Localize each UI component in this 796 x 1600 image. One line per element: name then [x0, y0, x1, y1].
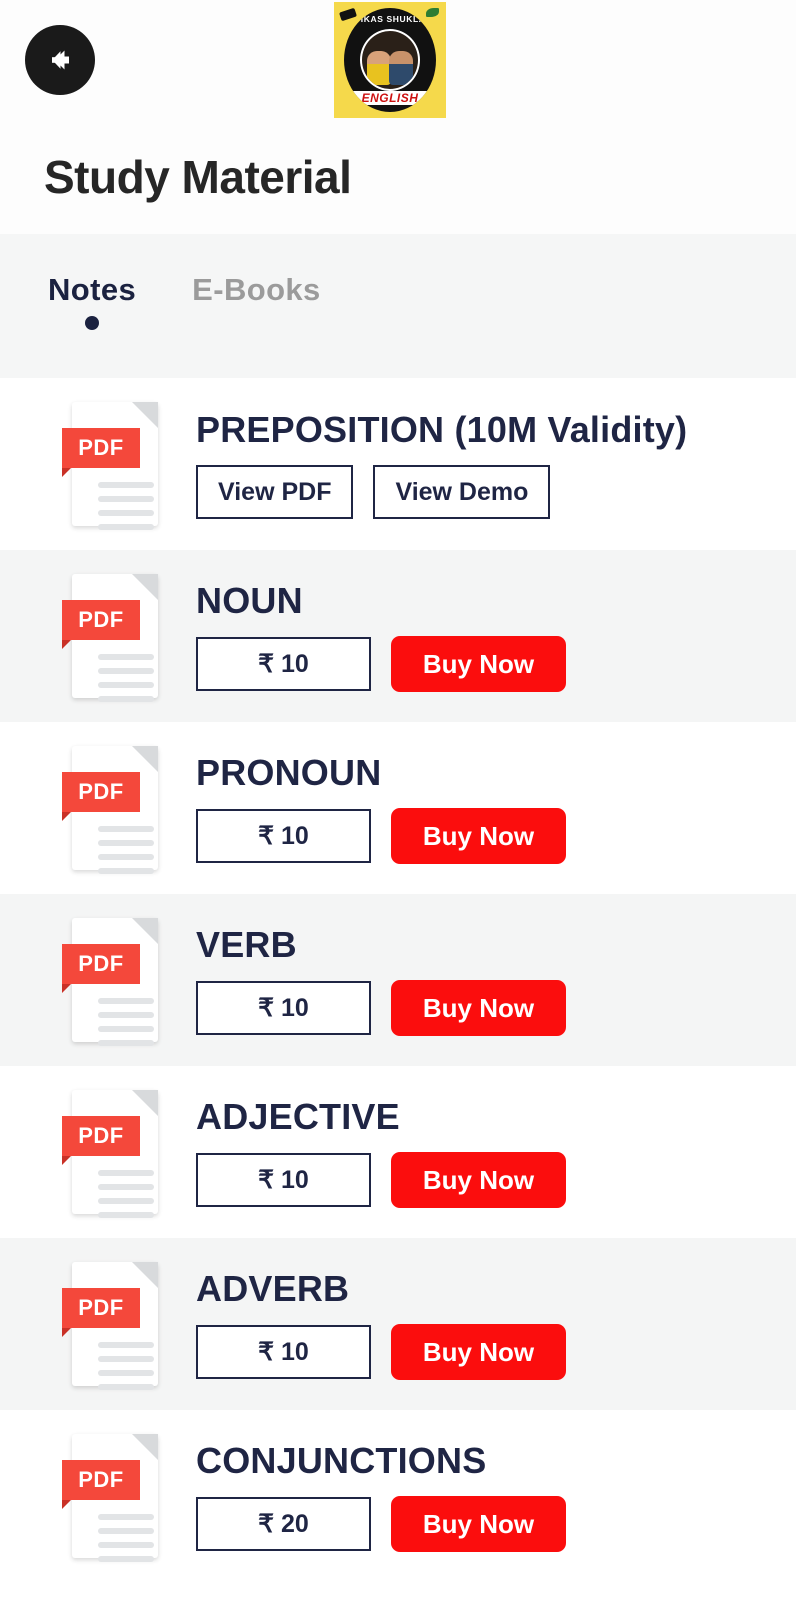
price-box[interactable]: ₹ 10 [196, 809, 371, 863]
study-material-list: PDF PREPOSITION (10M Validity) View PDF … [0, 378, 796, 1582]
document-lines [98, 482, 154, 538]
list-item-actions: ₹ 10 Buy Now [196, 636, 786, 692]
logo-person-left [367, 51, 391, 85]
page-fold-corner [132, 746, 158, 772]
page-fold-corner [132, 918, 158, 944]
list-item-body: ADVERB ₹ 10 Buy Now [196, 1268, 796, 1380]
list-item[interactable]: PDF VERB ₹ 10 Buy Now [0, 894, 796, 1066]
view-demo-button[interactable]: View Demo [373, 465, 551, 519]
pdf-badge-label: PDF [62, 1288, 140, 1337]
tab-ebooks[interactable]: E-Books [192, 272, 321, 308]
tab-bar: Notes E-Books [0, 234, 796, 378]
logo-bottom-text: ENGLISH [350, 91, 430, 105]
pdf-file-icon: PDF [62, 402, 158, 530]
buy-now-button[interactable]: Buy Now [391, 1324, 566, 1380]
pdf-file-icon: PDF [62, 918, 158, 1046]
logo-oval: VIKAS SHUKLA ENGLISH [344, 8, 436, 112]
page-fold-corner [132, 1090, 158, 1116]
list-item-title: ADJECTIVE [196, 1096, 400, 1137]
list-item-actions: ₹ 10 Buy Now [196, 808, 786, 864]
list-item[interactable]: PDF ADVERB ₹ 10 Buy Now [0, 1238, 796, 1410]
list-item-title: CONJUNCTIONS [196, 1440, 487, 1481]
list-item-actions: ₹ 20 Buy Now [196, 1496, 786, 1552]
list-item-actions: ₹ 10 Buy Now [196, 1324, 786, 1380]
list-item-title: ADVERB [196, 1268, 350, 1309]
list-item-body: VERB ₹ 10 Buy Now [196, 924, 796, 1036]
page-title: Study Material [44, 151, 352, 203]
back-button[interactable] [25, 25, 95, 95]
tab-notes-label: Notes [48, 272, 137, 307]
pdf-badge-label: PDF [62, 1460, 140, 1509]
buy-now-button[interactable]: Buy Now [391, 980, 566, 1036]
list-item[interactable]: PDF ADJECTIVE ₹ 10 Buy Now [0, 1066, 796, 1238]
document-lines [98, 998, 154, 1054]
list-item[interactable]: PDF NOUN ₹ 10 Buy Now [0, 550, 796, 722]
document-lines [98, 826, 154, 882]
list-item-body: PREPOSITION (10M Validity) View PDF View… [196, 409, 796, 519]
price-box[interactable]: ₹ 10 [196, 637, 371, 691]
page-fold-corner [132, 1262, 158, 1288]
pdf-file-icon: PDF [62, 1434, 158, 1562]
page-fold-corner [132, 402, 158, 428]
arrow-left-icon [42, 42, 78, 78]
pdf-file-icon: PDF [62, 746, 158, 874]
pdf-badge-label: PDF [62, 772, 140, 821]
buy-now-button[interactable]: Buy Now [391, 1496, 566, 1552]
buy-now-button[interactable]: Buy Now [391, 636, 566, 692]
active-tab-indicator [85, 316, 100, 330]
view-pdf-button[interactable]: View PDF [196, 465, 354, 519]
list-item-actions: ₹ 10 Buy Now [196, 1152, 786, 1208]
tab-ebooks-label: E-Books [192, 272, 321, 307]
list-item[interactable]: PDF PREPOSITION (10M Validity) View PDF … [0, 378, 796, 550]
list-item-body: PRONOUN ₹ 10 Buy Now [196, 752, 796, 864]
buy-now-button[interactable]: Buy Now [391, 1152, 566, 1208]
study-material-screen: VIKAS SHUKLA ENGLISH Study Material Note… [0, 0, 796, 1600]
price-box[interactable]: ₹ 10 [196, 981, 371, 1035]
list-item-actions: View PDF View Demo [196, 465, 786, 519]
pdf-badge-label: PDF [62, 944, 140, 993]
document-lines [98, 1514, 154, 1570]
pdf-badge-label: PDF [62, 1116, 140, 1165]
logo-top-text: VIKAS SHUKLA [354, 14, 426, 24]
pdf-file-icon: PDF [62, 574, 158, 702]
price-box[interactable]: ₹ 10 [196, 1153, 371, 1207]
document-lines [98, 1342, 154, 1398]
list-item-body: CONJUNCTIONS ₹ 20 Buy Now [196, 1440, 796, 1552]
page-title-bar: Study Material [0, 120, 796, 234]
pdf-badge-label: PDF [62, 600, 140, 649]
list-item-body: ADJECTIVE ₹ 10 Buy Now [196, 1096, 796, 1208]
leaf-icon [426, 8, 439, 17]
page-fold-corner [132, 574, 158, 600]
list-item-body: NOUN ₹ 10 Buy Now [196, 580, 796, 692]
list-item-title: VERB [196, 924, 297, 965]
list-item-actions: ₹ 10 Buy Now [196, 980, 786, 1036]
list-item[interactable]: PDF PRONOUN ₹ 10 Buy Now [0, 722, 796, 894]
document-lines [98, 1170, 154, 1226]
pdf-file-icon: PDF [62, 1262, 158, 1390]
page-fold-corner [132, 1434, 158, 1460]
list-item[interactable]: PDF CONJUNCTIONS ₹ 20 Buy Now [0, 1410, 796, 1582]
list-item-title: NOUN [196, 580, 303, 621]
price-box[interactable]: ₹ 10 [196, 1325, 371, 1379]
list-item-title: PRONOUN [196, 752, 382, 793]
top-bar: VIKAS SHUKLA ENGLISH [0, 0, 796, 120]
logo-person-right [389, 51, 413, 85]
price-box[interactable]: ₹ 20 [196, 1497, 371, 1551]
pdf-file-icon: PDF [62, 1090, 158, 1218]
list-item-title: PREPOSITION (10M Validity) [196, 409, 688, 450]
tab-notes[interactable]: Notes [48, 272, 137, 330]
pdf-badge-label: PDF [62, 428, 140, 477]
brand-logo: VIKAS SHUKLA ENGLISH [334, 2, 446, 118]
buy-now-button[interactable]: Buy Now [391, 808, 566, 864]
document-lines [98, 654, 154, 710]
logo-photo [360, 29, 420, 91]
